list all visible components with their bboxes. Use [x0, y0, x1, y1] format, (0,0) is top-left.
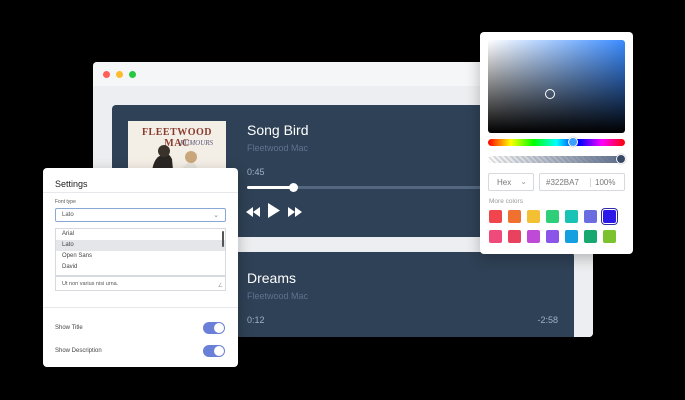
track-title: Song Bird [247, 122, 309, 138]
color-format-select[interactable]: Hex ⌄ [488, 173, 534, 191]
track-remaining-time: -2:58 [537, 315, 558, 325]
minimize-window-dot[interactable] [116, 70, 123, 78]
color-swatch[interactable] [565, 230, 578, 243]
play-icon[interactable] [268, 203, 280, 223]
show-title-label: Show Title [55, 325, 83, 331]
show-description-toggle[interactable] [203, 345, 225, 357]
color-swatches [489, 210, 616, 243]
show-description-label: Show Description [55, 348, 102, 354]
color-format-value: Hex [497, 178, 512, 187]
alpha-slider-handle[interactable] [616, 154, 626, 164]
font-option[interactable]: Arial [56, 229, 225, 240]
font-option[interactable]: Open Sans [56, 251, 225, 262]
color-swatch[interactable] [489, 210, 502, 223]
font-type-select[interactable]: Lato ⌄ [55, 208, 226, 222]
divider [43, 307, 238, 308]
divider [43, 192, 238, 193]
progress-fill [247, 186, 294, 189]
color-swatch[interactable] [584, 230, 597, 243]
color-swatch[interactable] [508, 210, 521, 223]
font-type-selected: Lato [62, 212, 74, 218]
alpha-value[interactable]: 100% [590, 178, 615, 187]
color-swatch[interactable] [527, 210, 540, 223]
fast-forward-icon[interactable] [288, 204, 302, 222]
track-artist: Fleetwood Mac [247, 143, 309, 153]
font-type-label: Font type [55, 199, 76, 205]
hue-slider[interactable] [488, 137, 625, 147]
color-cursor[interactable] [545, 89, 555, 99]
track-title: Dreams [247, 270, 297, 286]
hex-value: #322BA7 [546, 178, 579, 187]
show-title-toggle[interactable] [203, 322, 225, 334]
color-swatch[interactable] [565, 210, 578, 223]
resize-handle-icon[interactable]: ∠ [218, 282, 223, 289]
settings-panel: Settings Font type Lato ⌄ Arial Lato Ope… [43, 168, 238, 367]
more-colors-label: More colors [489, 198, 523, 205]
color-swatch[interactable] [603, 210, 616, 223]
hex-input[interactable]: #322BA7 100% [539, 173, 625, 191]
saturation-value-area[interactable] [488, 40, 625, 133]
track-elapsed-time: 0:45 [247, 167, 265, 177]
list-scrollbar[interactable] [222, 231, 224, 247]
progress-handle[interactable] [289, 183, 299, 192]
toggle-knob [214, 323, 224, 333]
color-swatch[interactable] [508, 230, 521, 243]
color-swatch[interactable] [603, 230, 616, 243]
color-swatch[interactable] [584, 210, 597, 223]
color-swatch[interactable] [546, 230, 559, 243]
track-artist: Fleetwood Mac [247, 291, 309, 301]
font-option[interactable]: David [56, 262, 225, 273]
color-swatch[interactable] [546, 210, 559, 223]
color-swatch[interactable] [489, 230, 502, 243]
close-window-dot[interactable] [103, 70, 110, 78]
maximize-window-dot[interactable] [129, 70, 136, 78]
font-options-list[interactable]: Arial Lato Open Sans David [55, 228, 226, 276]
hue-slider-handle[interactable] [568, 137, 578, 147]
playback-controls [246, 203, 302, 223]
text-input[interactable]: Ut non varius nisi urna. ∠ [55, 276, 226, 291]
chevron-down-icon: ⌄ [213, 212, 219, 219]
text-input-value: Ut non varius nisi urna. [62, 281, 119, 287]
font-option[interactable]: Lato [56, 240, 225, 251]
track-elapsed-time: 0:12 [247, 315, 265, 325]
chevron-down-icon: ⌄ [520, 177, 527, 186]
color-picker-panel: Hex ⌄ #322BA7 100% More colors [480, 32, 633, 254]
rewind-icon[interactable] [246, 204, 260, 222]
settings-title: Settings [55, 179, 88, 189]
alpha-slider[interactable] [488, 154, 626, 164]
toggle-knob [214, 346, 224, 356]
color-swatch[interactable] [527, 230, 540, 243]
